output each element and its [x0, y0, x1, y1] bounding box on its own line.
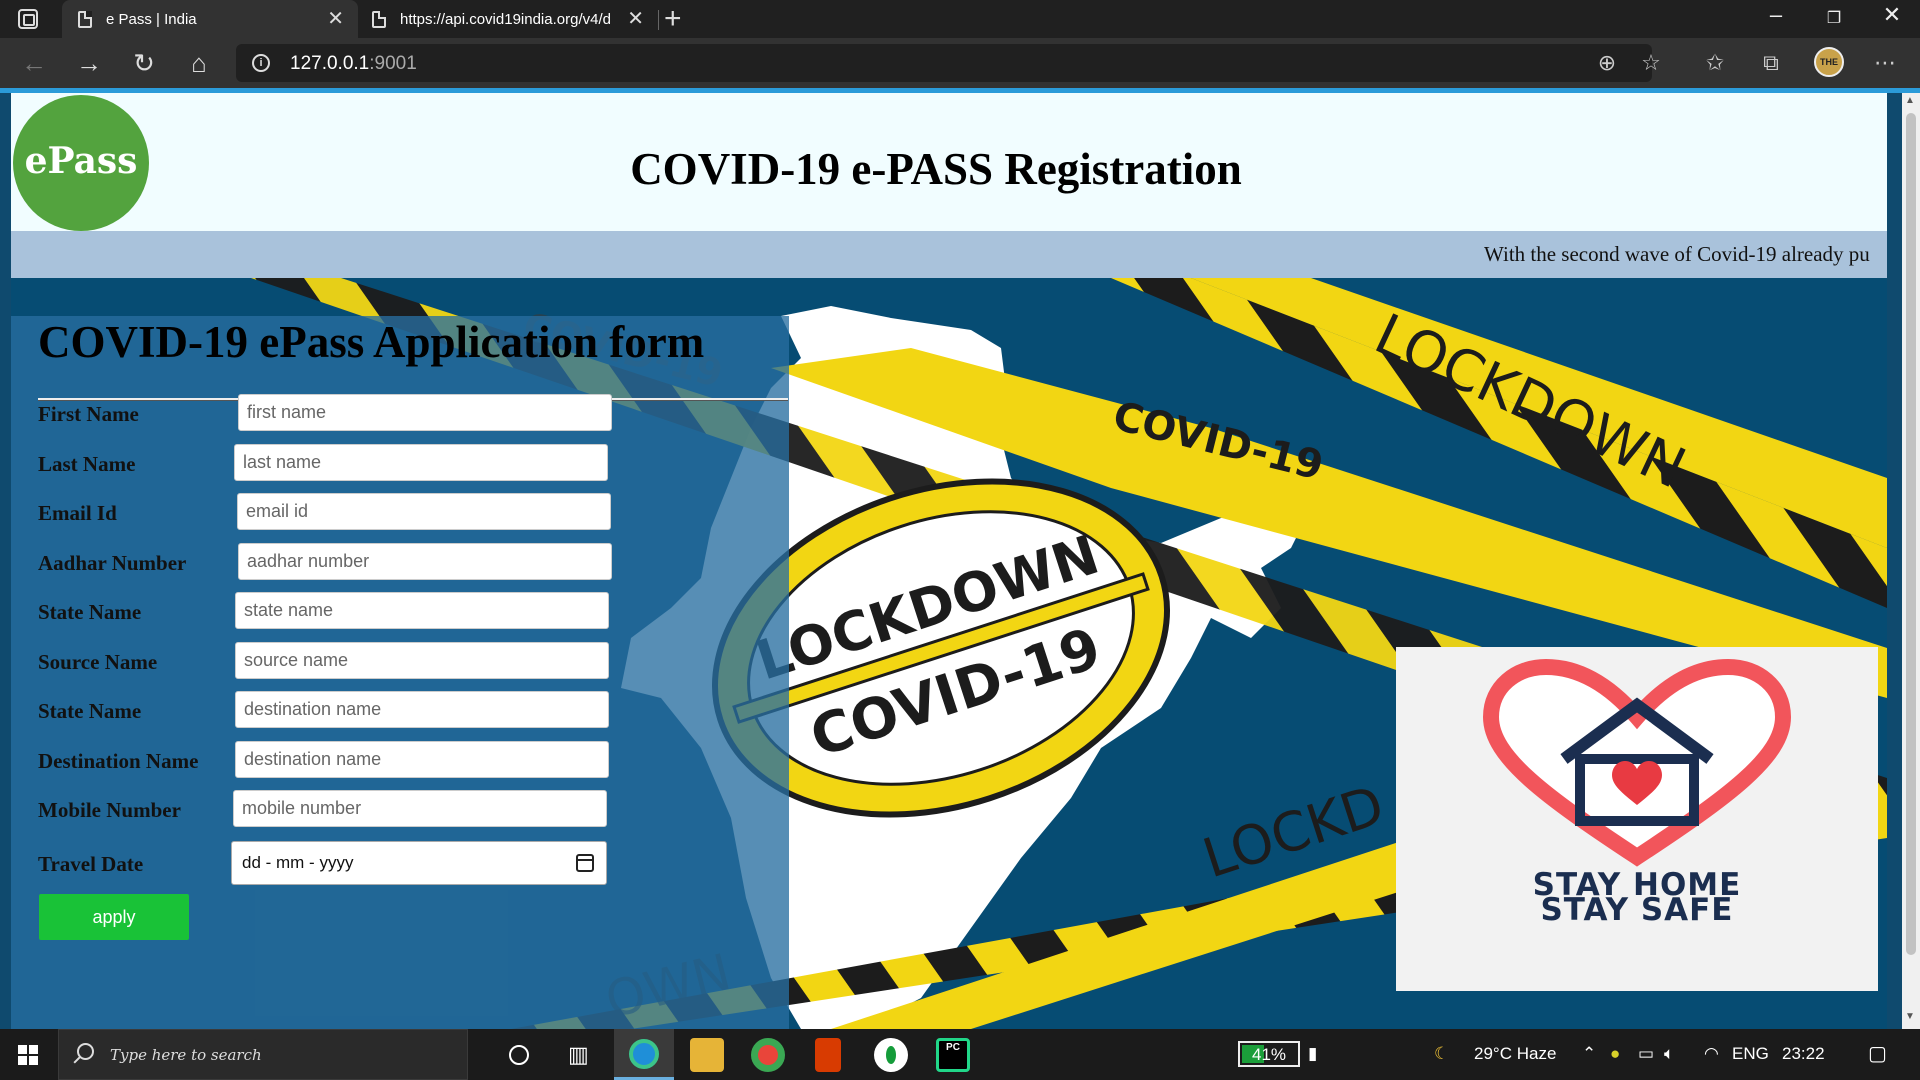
state-name-label: State Name: [38, 600, 142, 624]
site-header: ePass COVID-19 e-PASS Registration: [11, 93, 1887, 231]
last-name-label: Last Name: [38, 452, 136, 476]
taskbar-edge-active[interactable]: [614, 1029, 674, 1080]
scroll-thumb[interactable]: [1906, 113, 1916, 955]
profile-avatar[interactable]: THE: [1814, 47, 1844, 77]
more-menu-icon[interactable]: ⋯: [1870, 50, 1900, 76]
page-icon: [78, 10, 92, 28]
weather-icon: ☾: [1434, 1044, 1450, 1063]
marquee-text: With the second wave of Covid-19 already…: [1484, 242, 1870, 266]
destination-name-label: Destination Name: [38, 749, 199, 773]
travel-date-value: dd - mm - yyyy: [242, 853, 354, 872]
page-title: COVID-19 e-PASS Registration: [630, 144, 1242, 194]
weather-text[interactable]: 29°C Haze: [1474, 1044, 1556, 1064]
travel-date-label: Travel Date: [38, 852, 144, 876]
scroll-up-icon[interactable]: ▲: [1905, 95, 1915, 106]
aadhar-input[interactable]: [238, 543, 612, 580]
task-view-icon[interactable]: ▥: [568, 1042, 589, 1068]
page-icon: [372, 10, 386, 28]
close-tab-icon[interactable]: ✕: [327, 9, 344, 29]
form-heading: COVID-19 ePass Application form: [38, 317, 705, 367]
tab-divider: [658, 10, 659, 30]
browser-toolbar: ← → ↻ ⌂ i 127.0.0.1:9001 ⊕ ☆ ✩ ⧉ THE ⋯: [0, 38, 1920, 88]
home-icon[interactable]: ⌂: [181, 48, 217, 78]
window-close-icon[interactable]: ✕: [1872, 2, 1912, 28]
calendar-icon[interactable]: [576, 854, 594, 872]
tray-expand-icon[interactable]: ⌃: [1582, 1044, 1596, 1064]
browser-tab-bar: e Pass | India ✕ https://api.covid19indi…: [0, 0, 1920, 38]
tab-title: e Pass | India: [106, 10, 197, 28]
close-tab-icon[interactable]: ✕: [627, 9, 644, 29]
tab-api[interactable]: https://api.covid19india.org/v4/d ✕: [362, 0, 658, 38]
page-viewport: ePass COVID-19 e-PASS Registration With …: [0, 93, 1902, 1029]
url-text[interactable]: 127.0.0.1:9001: [290, 53, 417, 75]
mobile-label: Mobile Number: [38, 798, 181, 822]
windows-start-icon[interactable]: [18, 1045, 38, 1065]
address-bar[interactable]: i 127.0.0.1:9001 ⊕ ☆: [236, 44, 1661, 82]
add-favorite-icon[interactable]: ☆: [1636, 50, 1666, 76]
last-name-input[interactable]: [234, 444, 608, 481]
email-input[interactable]: [237, 493, 611, 530]
minimize-icon[interactable]: –: [1756, 2, 1796, 28]
tab-epass[interactable]: e Pass | India ✕: [62, 0, 358, 38]
scroll-down-icon[interactable]: ▼: [1905, 1011, 1915, 1022]
zoom-icon[interactable]: ⊕: [1592, 50, 1622, 76]
wifi-icon[interactable]: ◠: [1704, 1044, 1719, 1064]
app-tray-icon[interactable]: ●: [1610, 1044, 1620, 1064]
notifications-icon[interactable]: ▢: [1868, 1041, 1887, 1066]
source-name-input[interactable]: [235, 642, 609, 679]
new-tab-icon[interactable]: +: [664, 4, 682, 34]
whatsapp-icon[interactable]: [874, 1038, 908, 1072]
file-explorer-icon[interactable]: [690, 1038, 724, 1072]
charging-icon: ▮: [1308, 1044, 1318, 1063]
language-indicator[interactable]: ENG: [1732, 1044, 1769, 1064]
page-scrollbar[interactable]: ▲ ▼: [1902, 93, 1920, 1029]
aadhar-label: Aadhar Number: [38, 551, 187, 575]
travel-date-input[interactable]: dd - mm - yyyy: [231, 841, 607, 885]
destination-name-input[interactable]: [235, 741, 609, 778]
tab-title: https://api.covid19india.org/v4/d: [400, 10, 611, 28]
site-info-icon[interactable]: i: [252, 54, 270, 72]
office-icon[interactable]: [815, 1038, 841, 1072]
first-name-label: First Name: [38, 402, 139, 426]
apply-button[interactable]: apply: [39, 894, 189, 940]
collections-icon[interactable]: ⧉: [1756, 50, 1786, 76]
destination-state-input[interactable]: [235, 691, 609, 728]
refresh-icon[interactable]: ↻: [126, 48, 162, 78]
email-label: Email Id: [38, 501, 117, 525]
search-placeholder: Type here to search: [110, 1046, 262, 1064]
chrome-icon[interactable]: [751, 1038, 785, 1072]
stay-home-card: STAY HOME STAY SAFE: [1396, 647, 1878, 991]
hero-background: COVID-19 LOCKDOWN COVID-19 LOCKD OWN LOC…: [11, 278, 1887, 1029]
clock[interactable]: 23:22: [1782, 1044, 1825, 1064]
tab-actions-icon[interactable]: [18, 9, 38, 29]
destination-state-label: State Name: [38, 699, 142, 723]
state-name-input[interactable]: [235, 592, 609, 629]
search-icon: [77, 1043, 94, 1060]
volume-icon[interactable]: 🔈︎: [1664, 1044, 1674, 1064]
stay-home-text: STAY HOME STAY SAFE: [1532, 867, 1742, 928]
application-form: COVID-19 ePass Application form First Na…: [11, 316, 789, 1029]
first-name-input[interactable]: [238, 394, 612, 431]
battery-indicator[interactable]: 41%: [1238, 1041, 1300, 1067]
edge-icon: [629, 1039, 659, 1069]
favorites-icon[interactable]: ✩: [1700, 50, 1730, 76]
back-icon[interactable]: ←: [16, 48, 52, 78]
taskbar-search[interactable]: Type here to search: [58, 1029, 468, 1080]
restore-icon[interactable]: ❐: [1814, 8, 1854, 28]
battery-tray-icon[interactable]: ▭: [1638, 1044, 1654, 1064]
heart-home-icon: [1482, 658, 1792, 867]
cortana-icon[interactable]: [509, 1045, 529, 1065]
news-marquee: With the second wave of Covid-19 already…: [11, 231, 1887, 278]
mobile-input[interactable]: [233, 790, 607, 827]
pycharm-icon[interactable]: PC: [936, 1038, 970, 1072]
forward-icon[interactable]: →: [71, 48, 107, 78]
windows-taskbar: Type here to search ▥ PC 41% ▮ ☾ 29°C Ha…: [0, 1029, 1920, 1080]
source-name-label: Source Name: [38, 650, 158, 674]
